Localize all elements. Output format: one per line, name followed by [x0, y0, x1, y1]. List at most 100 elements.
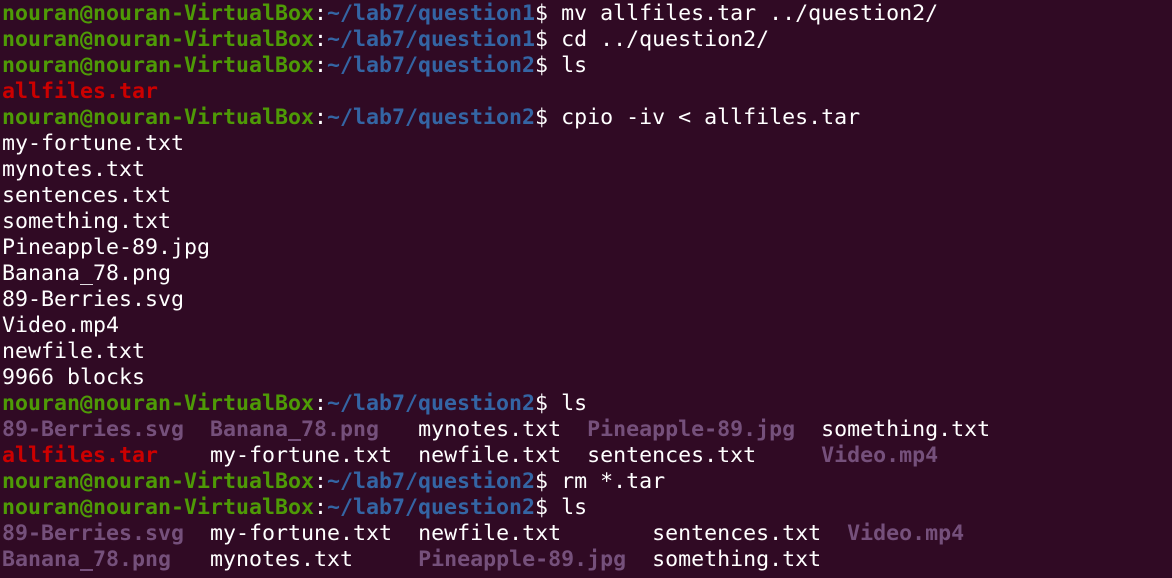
output-text: Banana_78.png: [2, 261, 172, 286]
output-text: my-fortune.txt: [210, 521, 393, 546]
prompt-separator: :: [314, 1, 328, 26]
prompt-user-host: nouran@nouran-VirtualBox: [2, 469, 315, 494]
prompt-symbol: $: [535, 469, 562, 494]
output-line: 9966 blocks: [2, 365, 145, 391]
output-text: mynotes.txt: [2, 157, 146, 182]
prompt-separator: :: [314, 495, 328, 520]
prompt-line: nouran@nouran-VirtualBox:~/lab7/question…: [2, 391, 587, 417]
prompt-path: ~/lab7/question2: [327, 495, 536, 520]
output-line: mynotes.txt: [2, 157, 145, 183]
prompt-separator: :: [314, 105, 328, 130]
output-text: Video.mp4: [2, 313, 120, 338]
output-text: newfile.txt: [2, 339, 146, 364]
output-line: my-fortune.txt: [2, 131, 184, 157]
command-text: ls: [561, 495, 588, 520]
prompt-symbol: $: [535, 391, 562, 416]
output-text: my-fortune.txt: [2, 131, 185, 156]
prompt-separator: :: [314, 391, 328, 416]
prompt-line: nouran@nouran-VirtualBox:~/lab7/question…: [2, 53, 587, 79]
prompt-path: ~/lab7/question2: [327, 105, 536, 130]
output-text: 89-Berries.svg: [2, 287, 185, 312]
output-line: allfiles.tar: [2, 79, 158, 105]
prompt-symbol: $: [535, 1, 562, 26]
prompt-symbol: $: [535, 105, 562, 130]
prompt-symbol: $: [535, 27, 562, 52]
command-text: ls: [561, 391, 588, 416]
output-text: my-fortune.txt: [210, 443, 393, 468]
prompt-user-host: nouran@nouran-VirtualBox: [2, 1, 315, 26]
prompt-path: ~/lab7/question2: [327, 469, 536, 494]
prompt-user-host: nouran@nouran-VirtualBox: [2, 391, 315, 416]
prompt-symbol: $: [535, 53, 562, 78]
command-text: mv allfiles.tar ../question2/: [561, 1, 939, 26]
output-text: Pineapple-89.jpg: [2, 235, 211, 260]
output-text: something.txt: [821, 417, 991, 442]
output-text: sentences.txt: [652, 521, 822, 546]
prompt-user-host: nouran@nouran-VirtualBox: [2, 495, 315, 520]
output-line: something.txt: [2, 209, 171, 235]
prompt-line: nouran@nouran-VirtualBox:~/lab7/question…: [2, 105, 860, 131]
media-file-name: Pineapple-89.jpg: [587, 417, 796, 442]
output-text: sentences.txt: [2, 183, 172, 208]
prompt-user-host: nouran@nouran-VirtualBox: [2, 105, 315, 130]
prompt-user-host: nouran@nouran-VirtualBox: [2, 27, 315, 52]
output-line: 89-Berries.svg Banana_78.png mynotes.txt…: [2, 417, 990, 443]
output-line: 89-Berries.svg: [2, 287, 184, 313]
media-file-name: 89-Berries.svg: [2, 521, 185, 546]
terminal-window[interactable]: nouran@nouran-VirtualBox:~/lab7/question…: [0, 0, 1172, 578]
prompt-user-host: nouran@nouran-VirtualBox: [2, 53, 315, 78]
output-text: mynotes.txt: [418, 417, 562, 442]
media-file-name: Video.mp4: [821, 443, 939, 468]
output-text: newfile.txt: [418, 443, 562, 468]
command-text: ls: [561, 53, 588, 78]
media-file-name: Video.mp4: [847, 521, 965, 546]
output-line: 89-Berries.svg my-fortune.txt newfile.tx…: [2, 521, 964, 547]
output-line: Video.mp4: [2, 313, 119, 339]
prompt-separator: :: [314, 53, 328, 78]
output-line: allfiles.tar my-fortune.txt newfile.txt …: [2, 443, 938, 469]
prompt-path: ~/lab7/question2: [327, 53, 536, 78]
media-file-name: Pineapple-89.jpg: [418, 547, 627, 572]
prompt-separator: :: [314, 469, 328, 494]
output-text: something.txt: [652, 547, 822, 572]
archive-file-name: allfiles.tar: [2, 79, 159, 104]
media-file-name: Banana_78.png: [210, 417, 380, 442]
command-text: cd ../question2/: [561, 27, 770, 52]
prompt-line: nouran@nouran-VirtualBox:~/lab7/question…: [2, 27, 769, 53]
output-text: something.txt: [2, 209, 172, 234]
output-text: mynotes.txt: [210, 547, 354, 572]
output-text: newfile.txt: [418, 521, 562, 546]
output-text: sentences.txt: [587, 443, 757, 468]
output-line: sentences.txt: [2, 183, 171, 209]
prompt-path: ~/lab7/question2: [327, 391, 536, 416]
command-text: rm *.tar: [561, 469, 666, 494]
prompt-path: ~/lab7/question1: [327, 27, 536, 52]
media-file-name: 89-Berries.svg: [2, 417, 185, 442]
prompt-path: ~/lab7/question1: [327, 1, 536, 26]
prompt-line: nouran@nouran-VirtualBox:~/lab7/question…: [2, 495, 587, 521]
archive-file-name: allfiles.tar: [2, 443, 159, 468]
media-file-name: Banana_78.png: [2, 547, 172, 572]
output-line: newfile.txt: [2, 339, 145, 365]
command-text: cpio -iv < allfiles.tar: [561, 105, 861, 130]
output-line: Pineapple-89.jpg: [2, 235, 210, 261]
prompt-line: nouran@nouran-VirtualBox:~/lab7/question…: [2, 469, 665, 495]
prompt-symbol: $: [535, 495, 562, 520]
prompt-line: nouran@nouran-VirtualBox:~/lab7/question…: [2, 1, 938, 27]
output-text: 9966 blocks: [2, 365, 146, 390]
output-line: Banana_78.png: [2, 261, 171, 287]
